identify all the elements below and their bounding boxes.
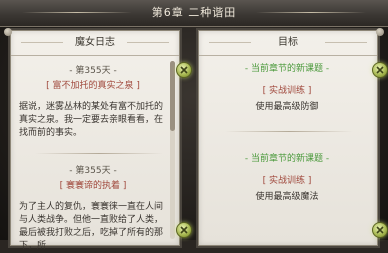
goals-panel: 目标 - 当前章节的新课题 - [ 实战训练 ] 使用最高级防御 - 当前章节的…	[198, 30, 378, 246]
title-bar: 第6章 二种谐田	[0, 0, 388, 27]
goal-tag: [ 实战训练 ]	[262, 176, 312, 186]
close-icon	[180, 226, 188, 234]
goal-item: - 当前章节的新课题 - [ 实战训练 ] 使用最高级防御	[207, 61, 367, 112]
diary-entry: - 第355天 - [ 富不加托的真实之泉 ] 据说，迷雾丛林的某处有富不加托的…	[19, 63, 167, 140]
goals-action-button[interactable]	[372, 222, 388, 238]
close-icon	[180, 66, 188, 74]
entry-subtitle: [ 寰寰谛的执着 ]	[59, 181, 127, 191]
chapter-title: 第6章 二种谐田	[151, 6, 237, 19]
diary-scroll-thumb[interactable]	[170, 61, 175, 131]
goals-header: 目标	[199, 31, 377, 56]
goal-desc: 使用最高级防御	[255, 102, 319, 112]
close-icon	[376, 226, 384, 234]
diary-header: 魔女日志	[11, 31, 179, 56]
entry-text: 据说，迷雾丛林的某处有富不加托的真实之泉。我一定要去亲眼看看，在找而前的事实。	[19, 102, 164, 138]
diary-panel: 魔女日志 - 第355天 - [ 富不加托的真实之泉 ] 据说，迷雾丛林的某处有…	[10, 30, 180, 251]
entry-subtitle: [ 富不加托的真实之泉 ]	[46, 81, 140, 91]
entry-day: - 第355天 -	[69, 66, 117, 76]
goal-tag: [ 实战训练 ]	[262, 86, 312, 96]
close-icon	[376, 66, 384, 74]
goal-head: - 当前章节的新课题 -	[244, 64, 330, 74]
goals-close-button[interactable]	[372, 62, 388, 78]
entry-text: 为了主人的复仇，寰寰徕一直在人间与人类战争。但他一直败给了人类，最后被我打败之后…	[19, 202, 164, 251]
diary-scrollbar[interactable]	[170, 61, 175, 239]
diary-action-button[interactable]	[176, 222, 192, 238]
entry-divider	[35, 153, 163, 154]
frame-rivet	[4, 28, 12, 36]
goal-desc: 使用最高级魔法	[255, 192, 319, 202]
frame-rivet	[376, 28, 384, 36]
goal-head: - 当前章节的新课题 -	[244, 154, 330, 164]
entry-day: - 第355天 -	[69, 166, 117, 176]
goal-item: - 当前章节的新课题 - [ 实战训练 ] 使用最高级魔法	[207, 151, 367, 202]
goal-divider	[225, 131, 353, 132]
diary-close-button[interactable]	[176, 62, 192, 78]
game-window: 第6章 二种谐田 魔女日志 - 第355天 - [ 富不加托的真实之泉 ] 据说…	[0, 0, 388, 251]
